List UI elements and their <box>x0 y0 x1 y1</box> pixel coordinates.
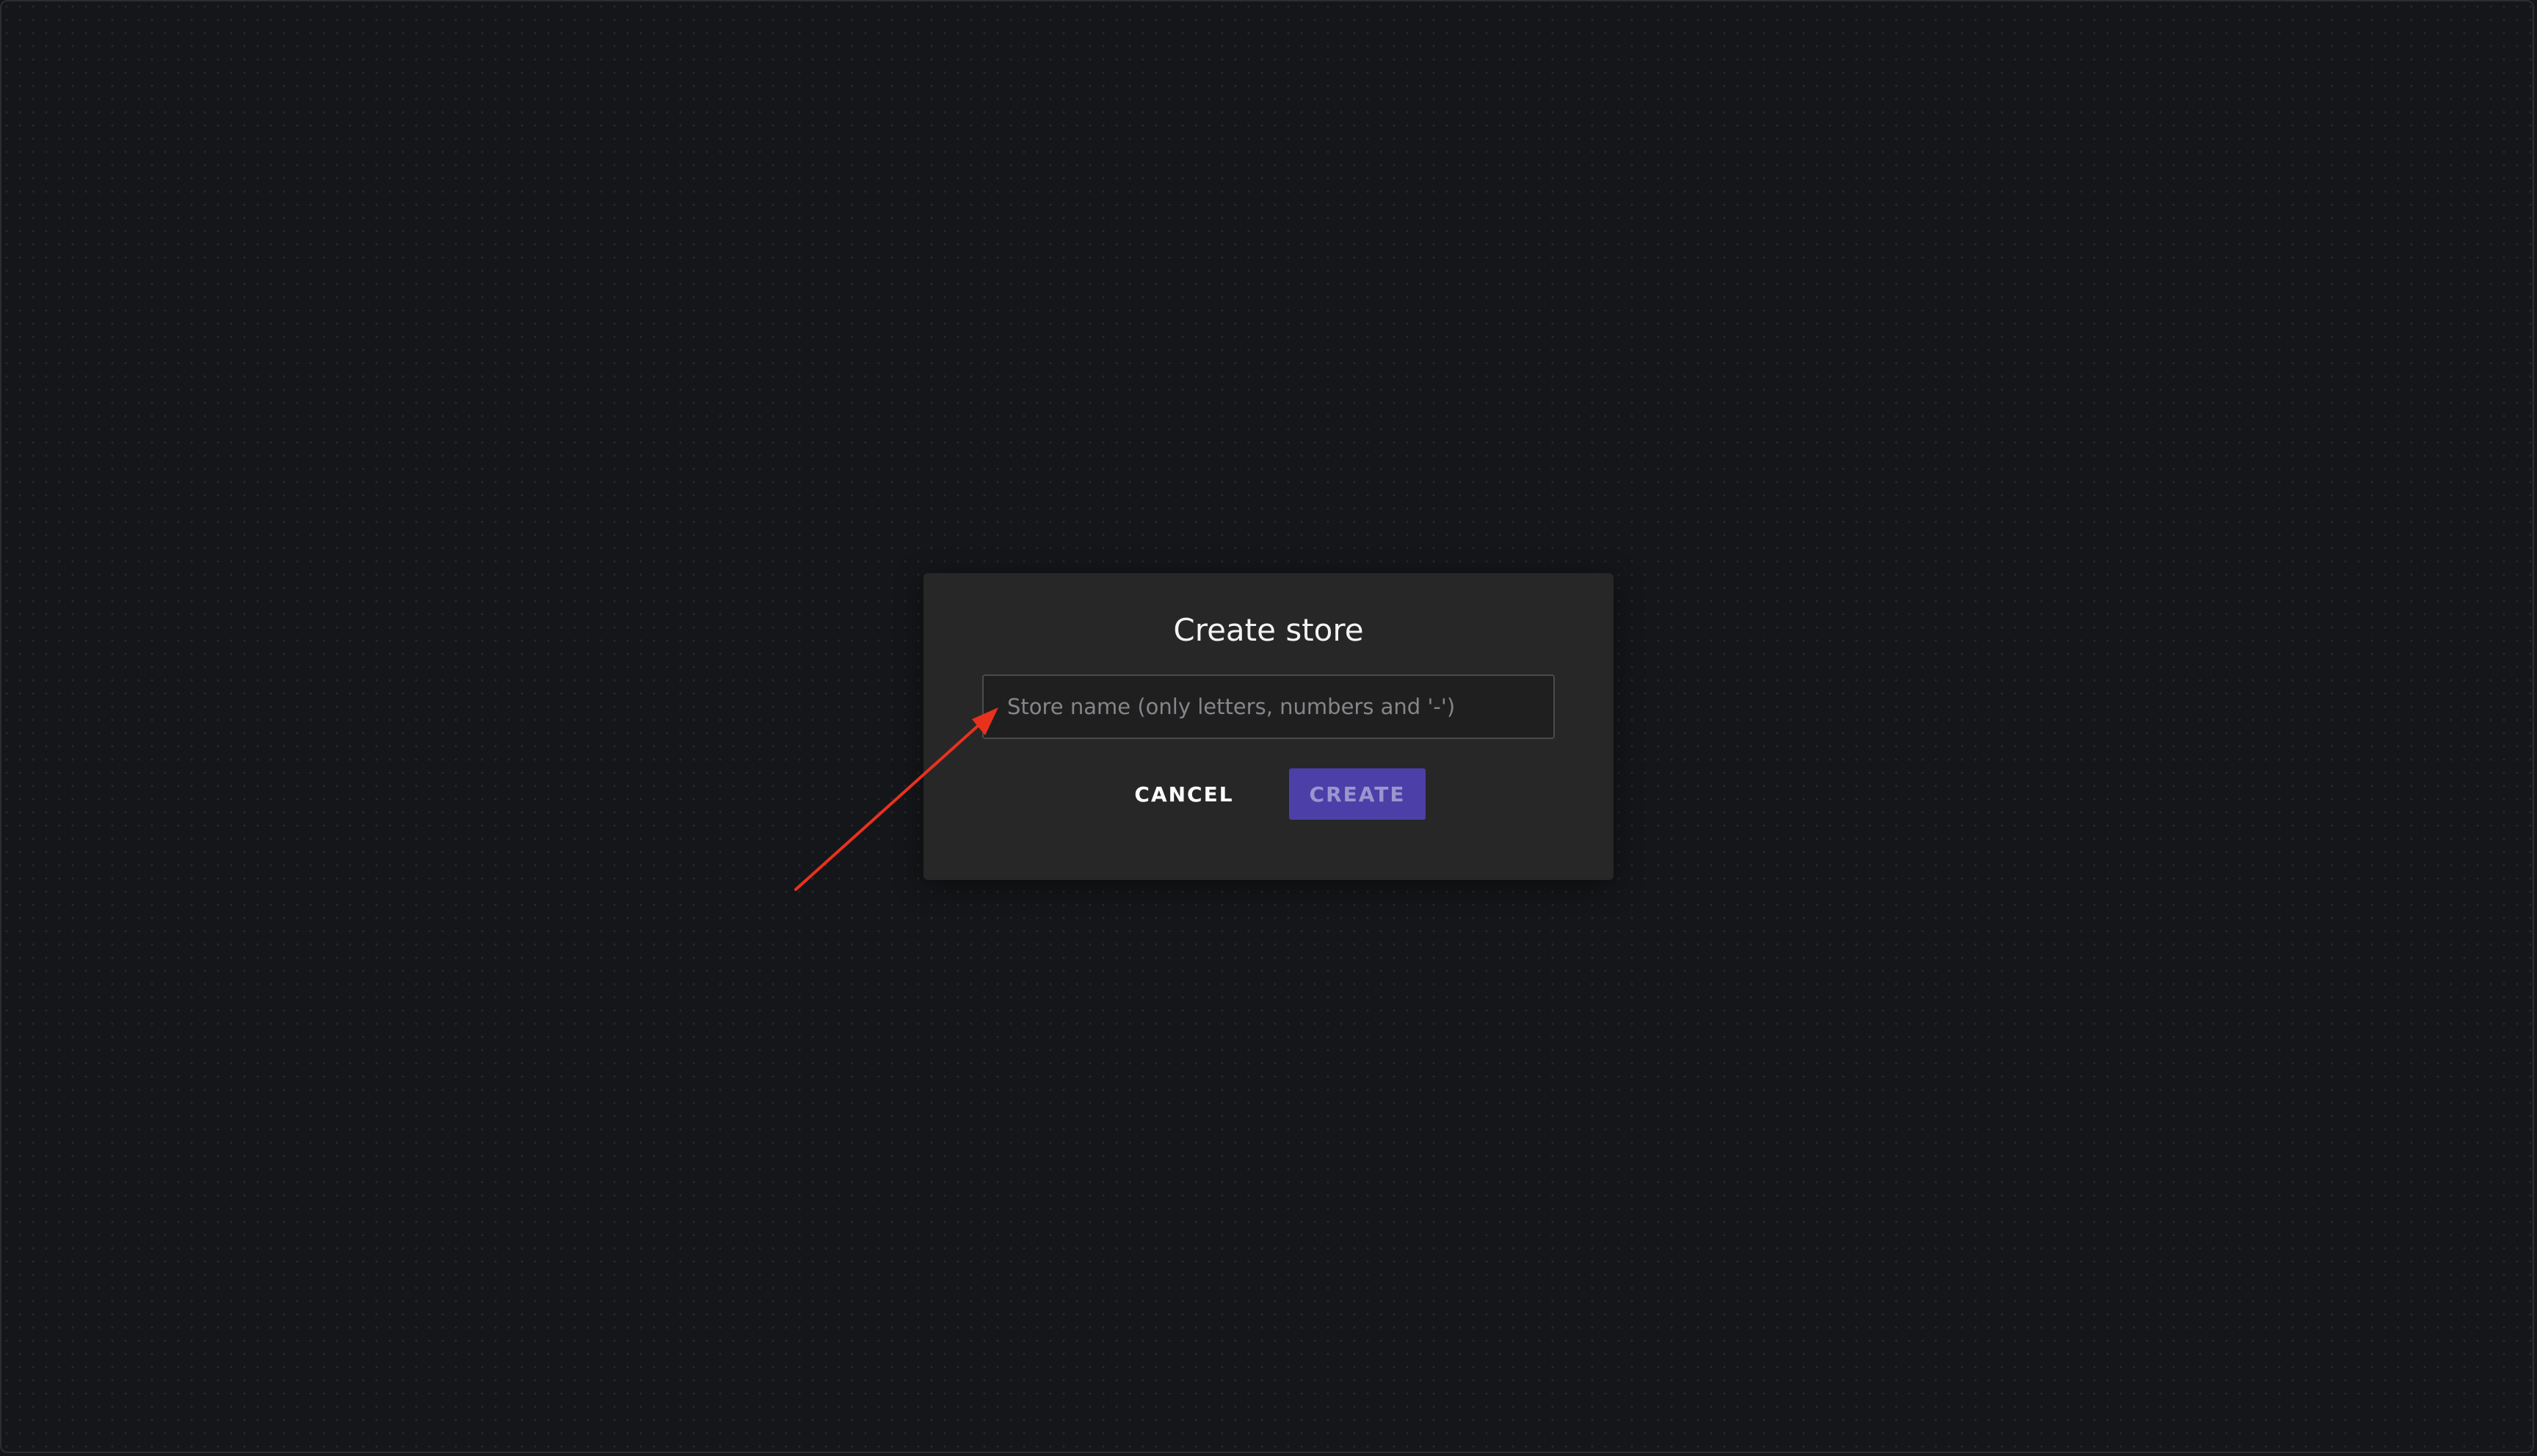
store-name-input[interactable] <box>982 674 1555 739</box>
create-store-dialog: Create store CANCEL CREATE <box>923 573 1614 880</box>
create-button[interactable]: CREATE <box>1289 768 1426 820</box>
dialog-title: Create store <box>1173 612 1364 648</box>
annotation-arrow-icon <box>794 707 998 891</box>
cancel-button[interactable]: CANCEL <box>1120 768 1248 820</box>
